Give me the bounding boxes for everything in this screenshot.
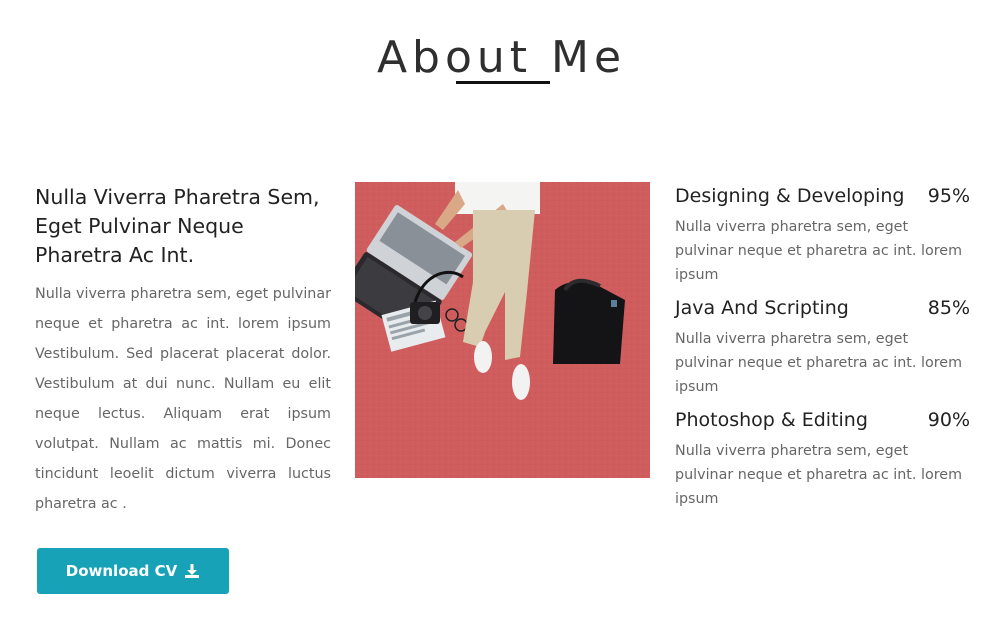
skill-percent: 90% [927,409,970,431]
section-title: About Me [376,32,627,83]
skill-name: Java And Scripting [675,297,849,319]
workspace-photo [355,182,650,478]
skill-item: Designing & Developing 95% Nulla viverra… [675,183,970,287]
skill-description: Nulla viverra pharetra sem, eget pulvina… [675,443,963,507]
skill-item: Photoshop & Editing 90% Nulla viverra ph… [675,407,970,511]
title-underline [456,81,550,84]
skill-description: Nulla viverra pharetra sem, eget pulvina… [675,331,963,395]
skill-percent: 85% [927,297,970,319]
skill-description: Nulla viverra pharetra sem, eget pulvina… [675,219,963,283]
intro-paragraph: Nulla viverra pharetra sem, eget pulvina… [35,286,331,512]
skill-name: Designing & Developing [675,185,905,207]
intro-heading: Nulla Viverra Pharetra Sem, Eget Pulvina… [35,185,320,267]
download-icon [184,563,200,579]
about-section: About Me Nulla Viverra Pharetra Sem, Ege… [0,0,1003,636]
skill-item: Java And Scripting 85% Nulla viverra pha… [675,295,970,399]
download-cv-button[interactable]: Download CV [37,548,229,594]
skill-percent: 95% [927,185,970,207]
download-button-label: Download CV [65,562,178,580]
skill-name: Photoshop & Editing [675,409,868,431]
